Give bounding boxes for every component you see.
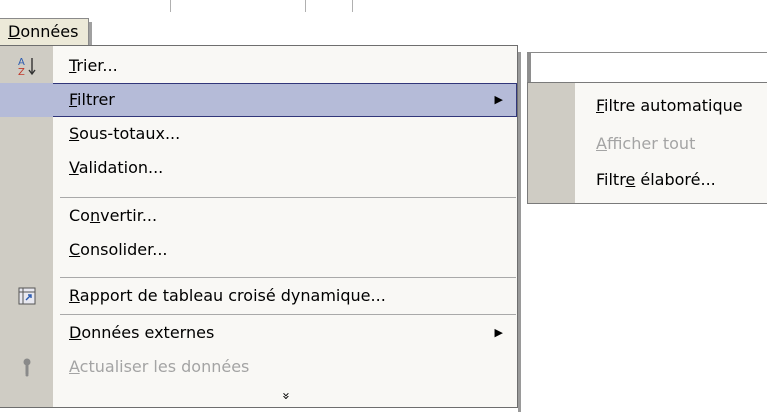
menu-item-sous-totaux[interactable]: Sous-totaux... [0,117,517,151]
menu-title-mnemonic: D [8,22,21,41]
submenu-item-label: Filtre automatique [596,96,743,115]
menu-item-icon-slot [0,83,53,117]
menu-item-label: Validation... [69,158,164,177]
worksheet-area [527,52,767,83]
svg-text:Z: Z [18,67,25,77]
filtrer-submenu: Filtre automatique Afficher tout Filtre … [527,82,767,204]
menu-item-label: Rapport de tableau croisé dynamique... [69,286,386,305]
expand-menu-chevron-icon[interactable]: » [53,385,517,407]
submenu-item-filtre-elabore[interactable]: Filtre élaboré... [528,163,767,197]
column-divider [352,0,353,12]
menu-item-label: Filtrer [69,90,115,109]
menu-separator [60,314,516,315]
submenu-arrow-icon: ▶ [494,326,503,339]
submenu-item-label: Filtre élaboré... [596,170,716,189]
submenu-item-label: Afficher tout [596,134,696,153]
menu-item-rapport-tableau-croise[interactable]: Rapport de tableau croisé dynamique... [0,279,517,313]
menu-item-label: Sous-totaux... [69,124,181,143]
menu-item-actualiser[interactable]: Actualiser les données [0,350,517,384]
menu-item-validation[interactable]: Validation... [0,151,517,185]
menu-item-label: Convertir... [69,206,158,225]
donnees-dropdown-menu: A Z Trier... Filtrer ▶ Sous-totaux... Va… [0,45,521,412]
menu-item-label: Trier... [69,56,118,75]
menu-title-rest: onnées [20,22,79,41]
refresh-icon [0,350,53,384]
sort-az-icon: A Z [0,49,53,83]
menu-item-filtrer[interactable]: Filtrer ▶ [0,83,517,117]
menu-item-consolider[interactable]: Consolider... [0,233,517,267]
pivot-table-icon [0,279,53,313]
menu-shadow [518,52,521,412]
menu-item-label: Actualiser les données [69,357,250,376]
menu-item-label: Données externes [69,323,215,342]
menu-item-donnees-externes[interactable]: Données externes ▶ [0,316,517,350]
menu-separator [60,277,516,278]
submenu-arrow-icon: ▶ [494,93,503,106]
menu-shadow-edge [527,53,531,83]
worksheet-top-strip [0,0,767,19]
column-divider [305,0,306,12]
menu-title-shadow [89,22,93,45]
column-divider [170,0,171,12]
menu-item-label: Consolider... [69,240,168,259]
menu-item-convertir[interactable]: Convertir... [0,199,517,233]
submenu-item-filtre-automatique[interactable]: Filtre automatique [528,89,767,123]
menu-item-trier[interactable]: A Z Trier... [0,49,517,83]
menu-separator [60,197,516,198]
submenu-item-afficher-tout[interactable]: Afficher tout [528,127,767,161]
menu-donnees[interactable]: Données [0,18,93,45]
menu-bar: Données [0,18,767,45]
